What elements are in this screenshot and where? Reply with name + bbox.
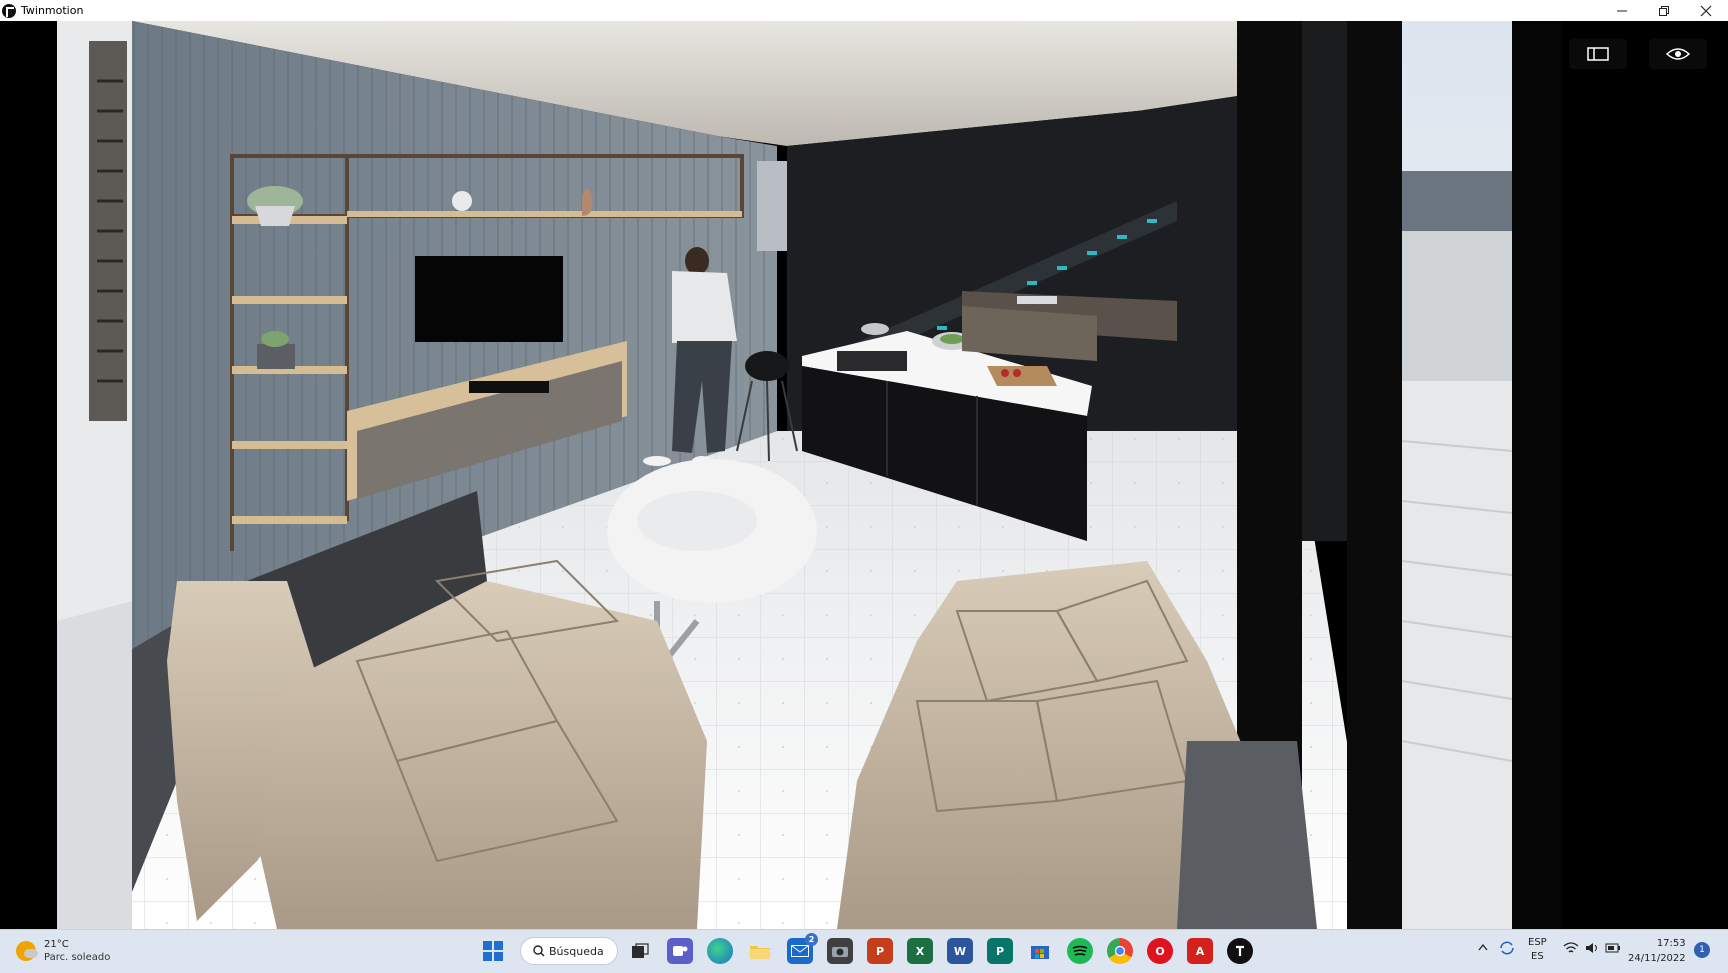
folder-icon (750, 946, 770, 959)
edge-button[interactable] (707, 938, 733, 964)
task-view-icon (632, 943, 649, 958)
chrome-button[interactable] (1107, 938, 1133, 964)
teams-button[interactable] (667, 938, 693, 964)
twinmotion-icon (1236, 945, 1244, 956)
camera-icon (832, 947, 848, 957)
language-indicator[interactable]: ESP ES (1528, 936, 1547, 964)
acrobat-icon: A (1195, 944, 1205, 958)
taskbar: 21°C Parc. soleado Búsqueda 2 P X W P O … (0, 929, 1728, 973)
view-toggle-button[interactable] (1649, 39, 1707, 69)
teams-icon (673, 946, 688, 956)
excel-icon: X (915, 944, 925, 958)
twinmotion-logo-icon (2, 3, 16, 18)
network-button[interactable] (1563, 942, 1579, 957)
search-label: Búsqueda (549, 944, 604, 958)
file-explorer-button[interactable] (747, 938, 773, 964)
close-icon (1700, 5, 1712, 16)
clock-date: 24/11/2022 (1628, 953, 1686, 964)
mail-badge: 2 (805, 933, 818, 946)
eye-icon (1666, 48, 1690, 60)
store-icon (1031, 946, 1049, 959)
close-button[interactable] (1686, 0, 1726, 21)
mail-button[interactable]: 2 (787, 933, 818, 964)
notification-count: 1 (1699, 945, 1705, 955)
clock[interactable]: 17:53 24/11/2022 (1628, 936, 1686, 966)
opera-icon: O (1155, 944, 1165, 958)
publisher-icon: P (995, 944, 1005, 958)
opera-button[interactable]: O (1147, 938, 1173, 964)
language-code: ESP (1528, 937, 1547, 948)
rendered-interior-scene (57, 21, 1562, 929)
battery-plug-icon (1605, 943, 1620, 953)
mail-icon (791, 945, 809, 957)
start-button[interactable] (480, 938, 506, 964)
weather-widget[interactable]: 21°C Parc. soleado (16, 938, 110, 964)
powerpoint-button[interactable]: P (867, 938, 893, 964)
battery-button[interactable] (1605, 942, 1621, 957)
store-button[interactable] (1027, 938, 1053, 964)
title-bar: Twinmotion (0, 0, 1728, 21)
weather-description: Parc. soleado (44, 952, 111, 963)
panel-icon (1587, 47, 1609, 61)
restore-button[interactable] (1644, 0, 1684, 21)
keyboard-layout: ES (1531, 951, 1544, 962)
window-title: Twinmotion (21, 4, 84, 17)
weather-temperature: 21°C (44, 939, 69, 950)
chevron-up-icon (1478, 943, 1488, 951)
excel-button[interactable]: X (907, 938, 933, 964)
powerpoint-icon: P (875, 944, 885, 958)
sync-icon (1500, 941, 1514, 955)
search-icon (533, 945, 545, 957)
clock-time: 17:53 (1656, 938, 1686, 949)
speaker-icon (1586, 943, 1597, 953)
task-view-button[interactable] (627, 938, 653, 964)
publisher-button[interactable]: P (987, 938, 1013, 964)
acrobat-button[interactable]: A (1187, 938, 1213, 964)
wifi-icon (1563, 942, 1579, 953)
show-hidden-icons-button[interactable] (1478, 943, 1488, 954)
minimize-icon (1617, 10, 1627, 11)
restore-icon (1659, 5, 1669, 16)
word-button[interactable]: W (947, 938, 973, 964)
spotify-icon (1072, 945, 1088, 956)
camera-button[interactable] (827, 938, 853, 964)
search-box[interactable]: Búsqueda (520, 937, 618, 965)
partly-sunny-icon (16, 941, 38, 961)
minimize-button[interactable] (1602, 0, 1642, 21)
notification-center-button[interactable]: 1 (1694, 942, 1710, 958)
spotify-button[interactable] (1067, 938, 1093, 964)
3d-viewport[interactable] (0, 21, 1728, 929)
twinmotion-button[interactable] (1227, 938, 1253, 964)
chrome-icon (1115, 946, 1125, 956)
windows-icon (483, 941, 503, 961)
sync-button[interactable] (1498, 940, 1516, 959)
volume-button[interactable] (1585, 942, 1601, 957)
panel-toggle-button[interactable] (1569, 39, 1627, 69)
word-icon: W (953, 944, 967, 958)
